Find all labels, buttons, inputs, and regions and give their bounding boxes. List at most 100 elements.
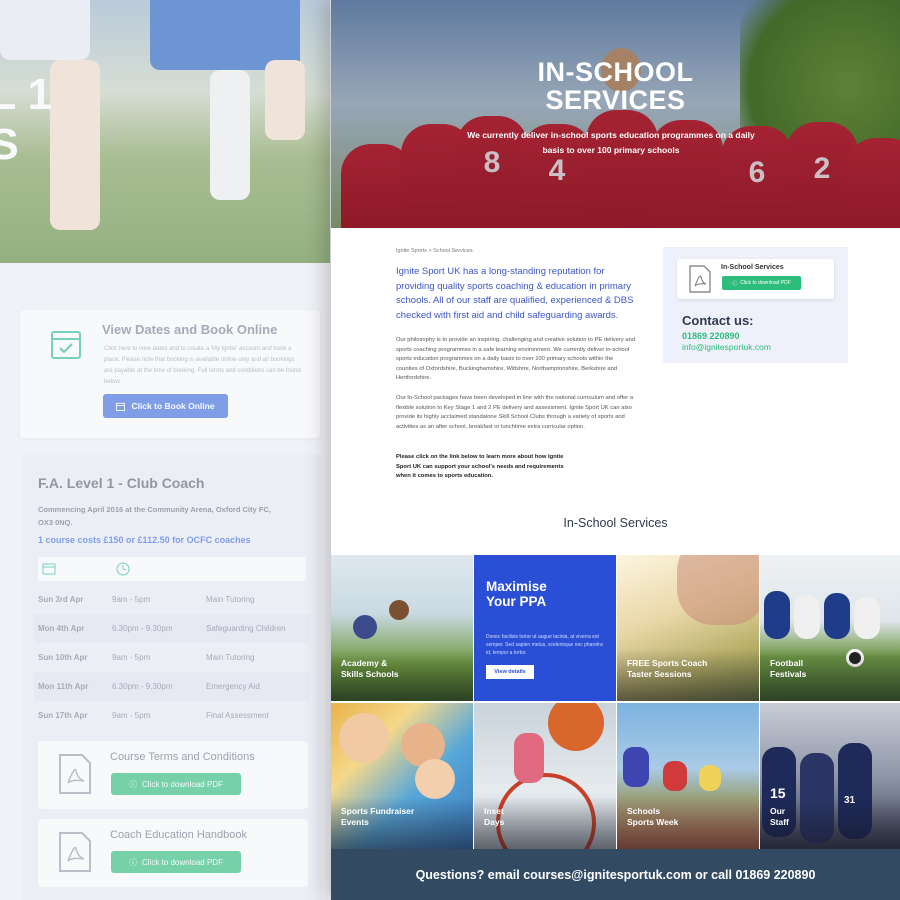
course-price: 1 course costs £150 or £112.50 for OCFC … [38, 535, 251, 545]
schedule-table: Sun 3rd Apr 9am - 5pm Main Tutoring Mon 4th… [34, 585, 310, 730]
calendar-check-icon [51, 331, 81, 359]
schedule-row: Mon 11th Apr 6.30pm - 9.30pm Emergency Aid [34, 672, 310, 701]
schedule-topic: Emergency Aid [206, 682, 260, 691]
schedule-topic: Final Assessment [206, 711, 269, 720]
book-online-title: View Dates and Book Online [102, 322, 278, 337]
book-online-card: View Dates and Book Online Click here to… [20, 310, 320, 438]
pdf-icon [689, 265, 711, 293]
pdf-icon [59, 754, 91, 794]
player-leg [50, 60, 100, 230]
player-sock [210, 70, 250, 200]
service-tile-ppa-promo[interactable]: Maximise Your PPA Donec facilisis tortor… [474, 555, 616, 701]
doc-title: Course Terms and Conditions [110, 751, 255, 763]
promo-title: Maximise Your PPA [486, 579, 547, 609]
tile-label: Inset Days [484, 806, 505, 827]
lead-paragraph: Ignite Sport UK has a long-standing repu… [396, 266, 634, 321]
schedule-time: 9am - 5pm [112, 653, 151, 662]
player-figure [794, 595, 820, 639]
schedule-topic: Main Tutoring [206, 653, 255, 662]
services-heading: In-School Services [563, 516, 668, 530]
arm-figure [677, 555, 759, 625]
services-grid: Academy & Skills Schools Maximise Your P… [331, 555, 900, 849]
hero-banner: 8 4 6 2 IN-SCHOOL SERVICES We currently … [331, 0, 900, 228]
service-tile-football[interactable]: Football Festivals [760, 555, 900, 701]
course-title: F.A. Level 1 - Club Coach [38, 475, 205, 491]
schedule-date: Sun 10th Apr [38, 653, 88, 662]
tile-label: FREE Sports Coach Taster Sessions [627, 658, 708, 679]
doc-title: Coach Education Handbook [110, 829, 247, 841]
cta-paragraph: Please click on the link below to learn … [396, 454, 564, 479]
tile-label: Academy & Skills Schools [341, 658, 399, 679]
download-icon: ⓘ [732, 280, 738, 287]
hero-title: IN-SCHOOL SERVICES [331, 58, 900, 114]
footer-text[interactable]: Questions? email courses@ignitesportuk.c… [416, 868, 816, 882]
schedule-time: 9am - 5pm [112, 595, 151, 604]
runner-figure [623, 747, 649, 787]
calendar-icon [42, 563, 56, 575]
service-tile-sports-week[interactable]: Schools Sports Week [617, 703, 759, 849]
schedule-header [38, 557, 306, 581]
pdf-icon [59, 832, 91, 872]
download-pdf-button[interactable]: ⓘ Click to download PDF [111, 773, 241, 795]
service-tile-academy[interactable]: Academy & Skills Schools [331, 555, 473, 701]
contact-phone[interactable]: 01869 220890 [682, 331, 740, 341]
player-figure [764, 591, 790, 639]
download-label: Click to download PDF [142, 779, 223, 789]
tile-label: Schools Sports Week [627, 806, 679, 827]
schedule-time: 9am - 5pm [112, 711, 151, 720]
calendar-icon [116, 402, 126, 411]
service-tile-staff[interactable]: 15 31 Our Staff [760, 703, 900, 849]
course-panel: F.A. Level 1 - Club Coach Commencing Apr… [22, 455, 322, 900]
breadcrumb[interactable]: Ignite Sports > School Services [396, 248, 473, 254]
brochure-card: In-School Services ⓘ Click to download PD… [677, 259, 834, 299]
schedule-topic: Safeguarding Children [206, 624, 286, 633]
service-tile-taster[interactable]: FREE Sports Coach Taster Sessions [617, 555, 759, 701]
schedule-time: 6.30pm - 9.30pm [112, 682, 173, 691]
schedule-date: Mon 4th Apr [38, 624, 85, 633]
questions-footer: Questions? email courses@ignitesportuk.c… [331, 849, 900, 900]
runner-figure [699, 765, 721, 791]
basketball-icon [548, 703, 604, 751]
right-page: 8 4 6 2 IN-SCHOOL SERVICES We currently … [331, 0, 900, 900]
schedule-row: Sun 3rd Apr 9am - 5pm Main Tutoring [34, 585, 310, 614]
schedule-row: Sun 17th Apr 9am - 5pm Final Assessment [34, 701, 310, 730]
download-label: Click to download PDF [142, 857, 223, 867]
left-page-preview: EL 1 ES View Dates and Book Online Click… [0, 0, 330, 900]
contact-email[interactable]: info@ignitesportuk.com [682, 342, 771, 352]
screenshot-stage: EL 1 ES View Dates and Book Online Click… [0, 0, 900, 900]
promo-text: Donec facilisis tortor ut augue lacinia,… [486, 634, 603, 656]
book-online-button[interactable]: Click to Book Online [103, 394, 228, 418]
download-icon: ⓘ [129, 857, 138, 867]
course-intro: Commencing April 2016 at the Community A… [38, 505, 271, 527]
schedule-row: Sun 10th Apr 9am - 5pm Main Tutoring [34, 643, 310, 672]
download-label: Click to download PDF [740, 280, 791, 286]
left-hero-banner: EL 1 ES [0, 0, 330, 263]
download-pdf-button[interactable]: ⓘ Click to download PDF [111, 851, 241, 873]
service-tile-fundraiser[interactable]: Sports Fundraiser Events [331, 703, 473, 849]
hero-title-text: IN-SCHOOL SERVICES [537, 57, 694, 115]
body-paragraph: Our In-School packages have been develop… [396, 395, 634, 430]
download-icon: ⓘ [129, 779, 138, 789]
schedule-topic: Main Tutoring [206, 595, 255, 604]
download-pdf-button[interactable]: ⓘ Click to download PDF [722, 276, 801, 290]
schedule-time: 6.30pm - 9.30pm [112, 624, 173, 633]
player-figure [353, 615, 377, 639]
book-online-label: Click to Book Online [131, 401, 215, 411]
child-face [415, 759, 455, 799]
doc-card: Coach Education Handbook ⓘ Click to downl… [38, 819, 308, 887]
player-shorts [0, 0, 90, 60]
book-online-text: Click here to view dates and to create a… [104, 346, 301, 385]
left-hero-title: EL 1 ES [0, 70, 53, 169]
contact-title: Contact us: [682, 313, 754, 328]
contact-aside: In-School Services ⓘ Click to download PD… [663, 247, 848, 363]
clock-icon [116, 562, 130, 576]
player-leg [265, 60, 305, 140]
player-figure [514, 733, 544, 783]
tile-label: Our Staff [770, 806, 789, 827]
body-paragraph: Our philosophy is to provide an inspirin… [396, 337, 636, 381]
tile-label: Football Festivals [770, 658, 807, 679]
schedule-date: Sun 17th Apr [38, 711, 88, 720]
service-tile-inset[interactable]: Inset Days [474, 703, 616, 849]
view-details-button[interactable]: View details [486, 665, 534, 679]
brochure-title: In-School Services [721, 264, 784, 271]
